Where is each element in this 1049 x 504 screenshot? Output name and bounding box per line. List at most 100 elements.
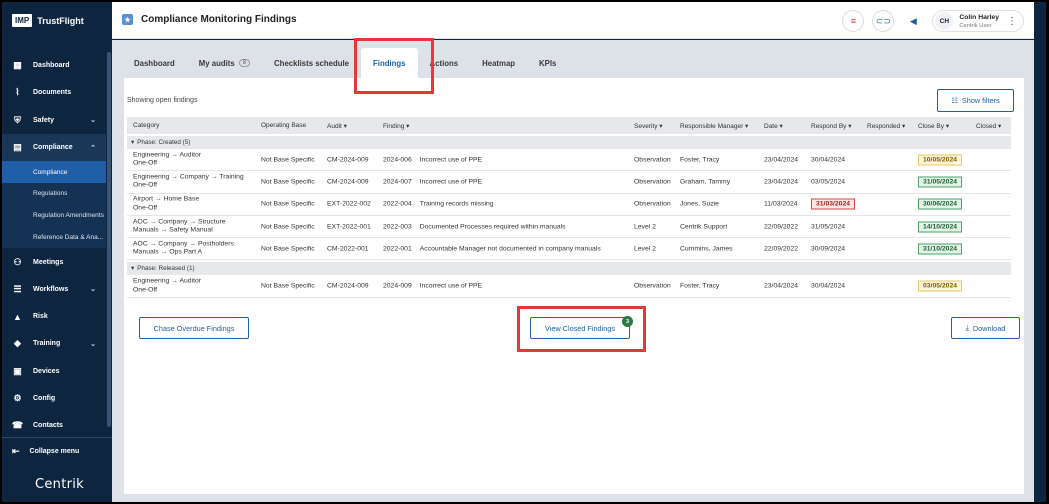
tab-label: Dashboard: [134, 58, 175, 68]
phase-released-group[interactable]: ▾ Phase: Released (1): [127, 262, 1011, 276]
tab-my-audits[interactable]: My audits 8: [187, 48, 262, 78]
caret-down-icon: ▾: [131, 139, 135, 146]
chase-overdue-findings-button[interactable]: Chase Overdue Findings: [139, 317, 249, 339]
meetings-icon: ⚇: [13, 256, 22, 267]
sidebar-item-contacts[interactable]: ☎ Contacts: [2, 412, 106, 439]
tab-label: KPIs: [539, 58, 557, 68]
config-icon: ⚙: [13, 393, 22, 403]
sidebar-item-label: Documents: [33, 89, 72, 97]
submenu-item-regulation-amendments[interactable]: Regulation Amendments: [2, 205, 106, 227]
severity-cell: Observation: [634, 156, 671, 164]
sidebar-item-label: Workflows: [33, 285, 69, 293]
sidebar-item-label: Config: [33, 395, 56, 402]
table-row[interactable]: Airport → Home Base One-Off Not Base Speci…: [127, 194, 1011, 216]
sidebar-item-compliance[interactable]: ▤ Compliance ⌃: [2, 133, 106, 162]
download-button[interactable]: ⤓ Download: [951, 317, 1020, 339]
finding-cell: 2022-004 Training records missing: [383, 201, 494, 208]
sidebar-item-label: Compliance: [33, 144, 73, 152]
submenu-item-compliance[interactable]: Compliance: [2, 161, 106, 183]
sidebar-scrollbar[interactable]: [107, 52, 111, 427]
sidebar-item-devices[interactable]: ▣ Devices: [2, 358, 106, 385]
sidebar-item-label: Risk: [33, 313, 48, 321]
stack-icon-button[interactable]: ≡: [842, 10, 865, 32]
finding-number: 2024-009: [383, 282, 412, 290]
sidebar-item-label: Contacts: [33, 422, 63, 430]
table-row[interactable]: Engineering → Company → Training One-Off N…: [127, 171, 1011, 194]
column-header[interactable]: Responsible Manager ▾: [680, 122, 748, 130]
category-path: AOC → Company → Postholders: [133, 240, 234, 248]
column-header[interactable]: Severity ▾: [634, 122, 663, 130]
operating-base-cell: Not Base Specific: [261, 200, 315, 208]
sidebar-item-risk[interactable]: ▲ Risk: [2, 303, 106, 330]
finding-number: 2024-006: [383, 156, 412, 164]
close-by-cell: 31/05/2024: [918, 176, 963, 188]
column-header[interactable]: Responded ▾: [867, 122, 905, 130]
user-menu[interactable]: CH Colin Harley Centrik User ⋮: [932, 10, 1024, 32]
phase-created-group[interactable]: ▾ Phase: Created (5): [127, 136, 1011, 149]
kebab-menu-icon[interactable]: ⋮: [1007, 16, 1017, 27]
column-header[interactable]: Respond By ▾: [811, 122, 851, 130]
sidebar-item-config[interactable]: ⚙ Config: [2, 385, 106, 412]
megaphone-icon-button[interactable]: ◀: [902, 10, 924, 32]
logo-text: TrustFlight: [37, 15, 84, 26]
finding-number: 2022-003: [383, 223, 412, 231]
link-icon-button[interactable]: ⊂⊃: [872, 10, 895, 32]
sidebar-item-meetings[interactable]: ⚇ Meetings: [2, 248, 106, 275]
centrik-logo: Centrik: [35, 477, 84, 492]
category-type: One-Off: [133, 286, 158, 294]
caret-down-icon: ▾: [131, 265, 135, 273]
column-header[interactable]: Finding ▾: [383, 122, 409, 130]
finding-text: Incorrect use of PPE: [419, 156, 483, 164]
sidebar-item-documents[interactable]: ⌇ Documents: [2, 79, 106, 106]
table-row[interactable]: AOC → Company → Postholders Manuals → Ops…: [127, 238, 1011, 261]
sidebar-item-label: Safety: [33, 116, 55, 124]
warning-icon: ▲: [13, 311, 22, 322]
tab-kpis[interactable]: KPIs: [527, 48, 568, 78]
column-header[interactable]: Closed ▾: [976, 122, 1001, 130]
date-cell: 22/09/2022: [764, 245, 799, 253]
finding-text: Incorrect use of PPE: [419, 178, 483, 186]
tab-heatmap[interactable]: Heatmap: [470, 48, 527, 78]
column-header[interactable]: Close By ▾: [918, 122, 949, 130]
app-logo[interactable]: IMP TrustFlight: [12, 14, 84, 27]
column-header[interactable]: Audit ▾: [327, 122, 347, 130]
tab-actions[interactable]: Actions: [418, 48, 471, 78]
close-by-cell: 03/05/2024: [918, 280, 963, 292]
table-row[interactable]: Engineering → Auditor One-Off Not Base Spe…: [127, 149, 1011, 172]
category-cell: Engineering → Auditor One-Off: [133, 278, 201, 295]
sidebar-item-dashboard[interactable]: ▦ Dashboard: [2, 52, 106, 79]
tab-label: Findings: [373, 58, 406, 68]
collapse-menu-button[interactable]: ⇤ Collapse menu: [12, 446, 79, 457]
category-type: One-Off: [133, 204, 158, 212]
tab-label: Actions: [429, 58, 459, 68]
table-row[interactable]: AOC → Company → Structure Manuals → Safet…: [127, 216, 1011, 239]
date-cell: 11/03/2024: [764, 200, 798, 208]
download-icon: ⤓: [965, 323, 969, 332]
sidebar-item-training[interactable]: ◆ Training ⌄: [2, 330, 106, 357]
view-closed-findings-button[interactable]: View Closed Findings: [530, 317, 630, 339]
tab-findings[interactable]: Findings: [361, 48, 418, 78]
finding-cell: 2024-006 Incorrect use of PPE: [383, 156, 482, 163]
manager-cell: Jones, Suzie: [680, 200, 719, 208]
close-by-cell: 10/05/2024: [918, 154, 963, 166]
sidebar-item-safety[interactable]: ⛨ Safety ⌄: [2, 107, 106, 134]
date-cell: 23/04/2024: [764, 156, 799, 164]
finding-text: Documented Processes required within man…: [419, 223, 566, 231]
category-cell: AOC → Company → Postholders Manuals → Ops…: [133, 240, 234, 257]
submenu-item-reference-data-ana[interactable]: Reference Data & Ana...: [2, 227, 106, 249]
date-cell: 22/09/2022: [764, 223, 799, 231]
tab-count-badge: 8: [238, 59, 251, 67]
page-header: ★ Compliance Monitoring Findings ≡ ⊂⊃ ◀ …: [112, 2, 1034, 39]
category-path: Engineering → Auditor: [133, 277, 202, 285]
tab-dashboard[interactable]: Dashboard: [122, 48, 187, 78]
submenu-item-regulations[interactable]: Regulations: [2, 183, 106, 205]
sidebar-item-workflows[interactable]: ☰ Workflows ⌄: [2, 276, 106, 303]
avatar: CH: [935, 12, 954, 30]
respond-by-cell: 31/03/2024: [811, 198, 856, 210]
column-header[interactable]: Date ▾: [764, 122, 783, 130]
table-row[interactable]: Engineering → Auditor One-Off Not Base Spe…: [127, 275, 1011, 298]
category-cell: AOC → Company → Structure Manuals → Safet…: [133, 218, 226, 235]
tab-checklists-schedule[interactable]: Checklists schedule: [262, 48, 361, 78]
show-filters-button[interactable]: ☷ Show filters: [937, 89, 1014, 112]
finding-cell: 2022-001 Accountable Manager not document…: [383, 245, 601, 252]
